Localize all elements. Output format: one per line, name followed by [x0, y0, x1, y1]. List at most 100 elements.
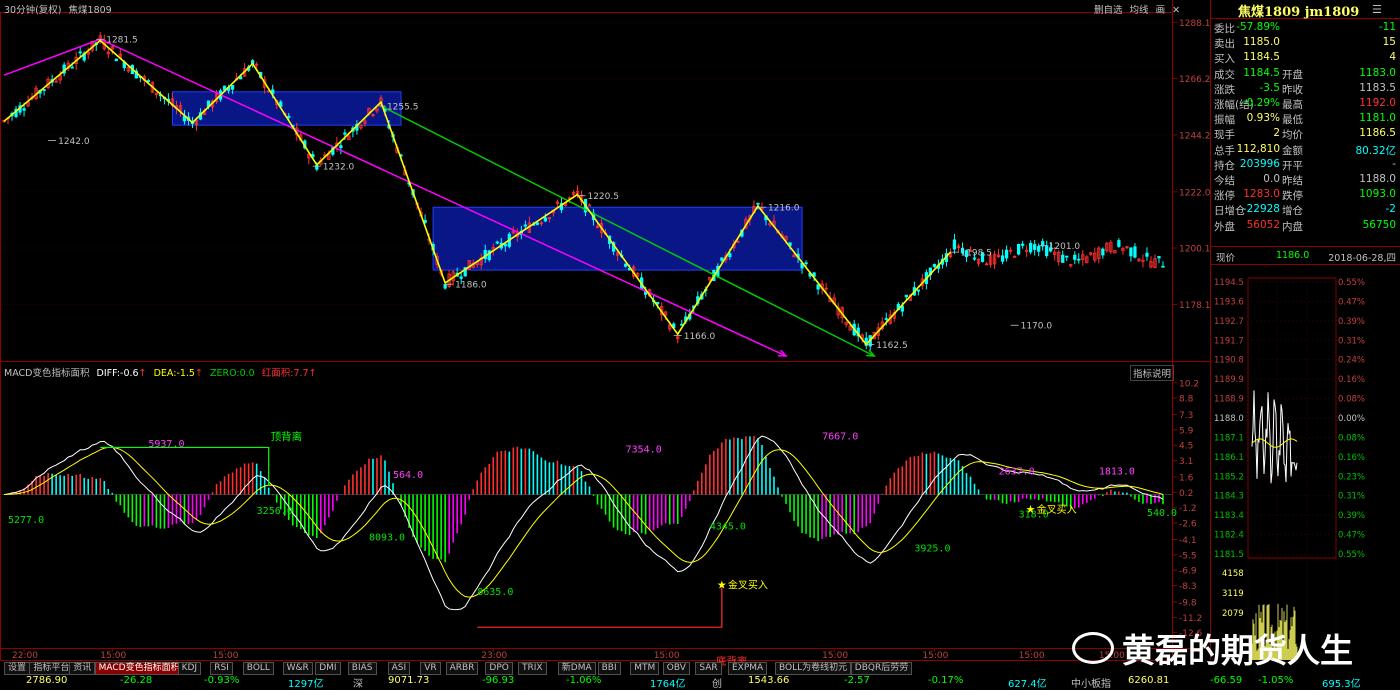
candle-body	[1157, 256, 1161, 259]
tab-0[interactable]: 设置	[4, 662, 31, 675]
tab-18[interactable]: OBV	[662, 662, 690, 675]
tab-16[interactable]: BBI	[597, 662, 621, 675]
tab-3[interactable]: MACD变色指标面积	[94, 662, 184, 675]
tab-17[interactable]: MTM	[630, 662, 660, 675]
tab-6[interactable]: BOLL	[242, 662, 274, 675]
macd-tick-label: 8.8	[1179, 395, 1194, 405]
zero-label: ZERO:	[209, 368, 240, 379]
quote-value: 56052	[1246, 218, 1280, 231]
tab-20[interactable]: EXPMA	[728, 662, 768, 675]
signal-star-icon: ★	[717, 578, 727, 591]
quote-label: 均价	[1282, 129, 1303, 142]
quote-value: 56750	[1362, 218, 1396, 231]
remove-watch-button[interactable]: 删自选	[1094, 5, 1123, 16]
quote-row: 总手 112,810 金额 80.32亿	[1212, 142, 1398, 157]
quote-value: 1184.5	[1243, 51, 1280, 64]
candle-body	[1000, 255, 1005, 262]
tab-10[interactable]: ASI	[387, 662, 411, 675]
candle-body	[339, 145, 343, 149]
candle-body	[1129, 247, 1133, 257]
tab-9[interactable]: BIAS	[347, 662, 377, 675]
quote-label: 振幅	[1214, 114, 1235, 127]
candle-body	[1016, 244, 1021, 255]
candle-body	[343, 132, 347, 135]
quote-value: -57.89%	[1236, 21, 1280, 33]
price-pane[interactable]: 1281.5 1242.0 1255.5 1232.0 1220.5 1186.0 1216…	[2, 31, 1165, 357]
intraday-price-tick: 1190.8	[1214, 356, 1244, 366]
candle-body	[932, 264, 937, 267]
intraday-price-tick: 1188.9	[1214, 395, 1244, 405]
quote-label: 日增仓	[1214, 205, 1246, 218]
time-tick-label: 15:00	[1019, 651, 1045, 661]
quote-label: 昨收	[1282, 83, 1303, 96]
intraday-pct-tick: 0.31%	[1338, 492, 1365, 502]
tab-12[interactable]: ARBR	[445, 662, 479, 675]
intraday-pct-tick: 0.55%	[1338, 550, 1365, 560]
tab-15[interactable]: 新DMA	[557, 662, 596, 675]
price-label: 1220.5	[587, 192, 619, 202]
intraday-price-tick: 1193.6	[1214, 297, 1244, 307]
quote-value: 0.93%	[1246, 112, 1280, 125]
candle-body	[70, 66, 74, 69]
quote-value: 203996	[1239, 157, 1280, 170]
area-annotation: 7354.0	[626, 445, 662, 456]
macd-tick-label: 3.1	[1179, 457, 1193, 467]
macd-tick-label: -6.9	[1179, 567, 1197, 577]
diff-value: -0.6	[120, 368, 139, 379]
quote-value: -3.5	[1259, 81, 1281, 94]
macd-pane[interactable]: 5277.0 5937.0 3256.0 564.0 8093.0 8635.0 7354.…	[2, 430, 1177, 668]
quote-label: 最高	[1282, 99, 1303, 111]
tab-21[interactable]: BOLL为卷线初元	[775, 662, 852, 675]
tab-19[interactable]: SAR	[695, 662, 722, 675]
tab-13[interactable]: DPO	[485, 662, 513, 675]
area-annotation: 564.0	[393, 470, 423, 481]
tab-11[interactable]: VR	[420, 662, 441, 675]
intraday-price-tick: 1192.7	[1214, 317, 1244, 327]
tab-7[interactable]: W&R	[282, 662, 313, 675]
period-label[interactable]: 30分钟(复权)	[4, 5, 62, 16]
quote-value: 1184.5	[1243, 66, 1280, 79]
tab-5[interactable]: RSI	[210, 662, 233, 675]
macd-tick-label: 0.2	[1179, 489, 1193, 499]
candle-body	[495, 241, 499, 244]
candle-body	[535, 222, 540, 225]
ma-button[interactable]: 均线	[1130, 5, 1149, 16]
quote-value: 1181.0	[1359, 112, 1396, 125]
tab-4[interactable]: KDJ	[177, 662, 202, 675]
macd-tick-label: -2.6	[1179, 520, 1197, 530]
close-icon[interactable]: ✕	[1172, 5, 1180, 16]
status-item: 1543.66	[748, 675, 790, 686]
quote-row: 买入 1184.5 4	[1212, 50, 1398, 65]
intraday-pct-tick: 0.55%	[1338, 278, 1365, 288]
candle-body	[1077, 258, 1081, 261]
status-item: 深	[353, 679, 363, 690]
tab-8[interactable]: DMI	[315, 662, 341, 675]
candle-body	[287, 116, 291, 118]
chart-canvas: 1281.5 1242.0 1255.5 1232.0 1220.5 1186.0 1216…	[0, 0, 1400, 668]
indicator-name[interactable]: MACD变色指标面积	[4, 368, 89, 379]
quote-value: 80.32亿	[1355, 144, 1396, 157]
intraday-pane[interactable]: 1194.5 0.55% 1193.6 0.47% 1192.7 0.39% 1191.7 0…	[1214, 277, 1365, 660]
draw-button[interactable]: 画	[1156, 5, 1166, 16]
intraday-price-tick: 1187.1	[1214, 433, 1244, 443]
status-item: 中小板指	[1071, 679, 1111, 690]
tab-1[interactable]: 指标平台	[29, 662, 74, 675]
status-item: 6260.81	[1128, 675, 1170, 686]
indicator-explain-button[interactable]: 指标说明	[1130, 365, 1175, 381]
quote-value: -22928	[1242, 203, 1280, 216]
tab-22[interactable]: DBQR后劳劳	[850, 662, 913, 675]
quote-value: 1186.5	[1359, 127, 1396, 140]
watermark: 黄磊的期货人生	[1072, 628, 1353, 670]
tab-2[interactable]: 资讯	[69, 662, 96, 675]
dea-value: -1.5	[176, 368, 195, 379]
dea-line	[3, 446, 1164, 598]
quote-label: 增仓	[1282, 205, 1303, 218]
quote-label: 今结	[1214, 175, 1235, 187]
menu-icon[interactable]: ☰	[1372, 3, 1382, 16]
candle-body	[904, 294, 908, 298]
tab-14[interactable]: TRIX	[518, 662, 547, 675]
price-label: 1170.0	[1021, 322, 1053, 332]
time-tick-label: 15:00	[213, 651, 239, 661]
quote-label: 买入	[1214, 53, 1235, 66]
area-annotation: 5937.0	[148, 439, 184, 450]
